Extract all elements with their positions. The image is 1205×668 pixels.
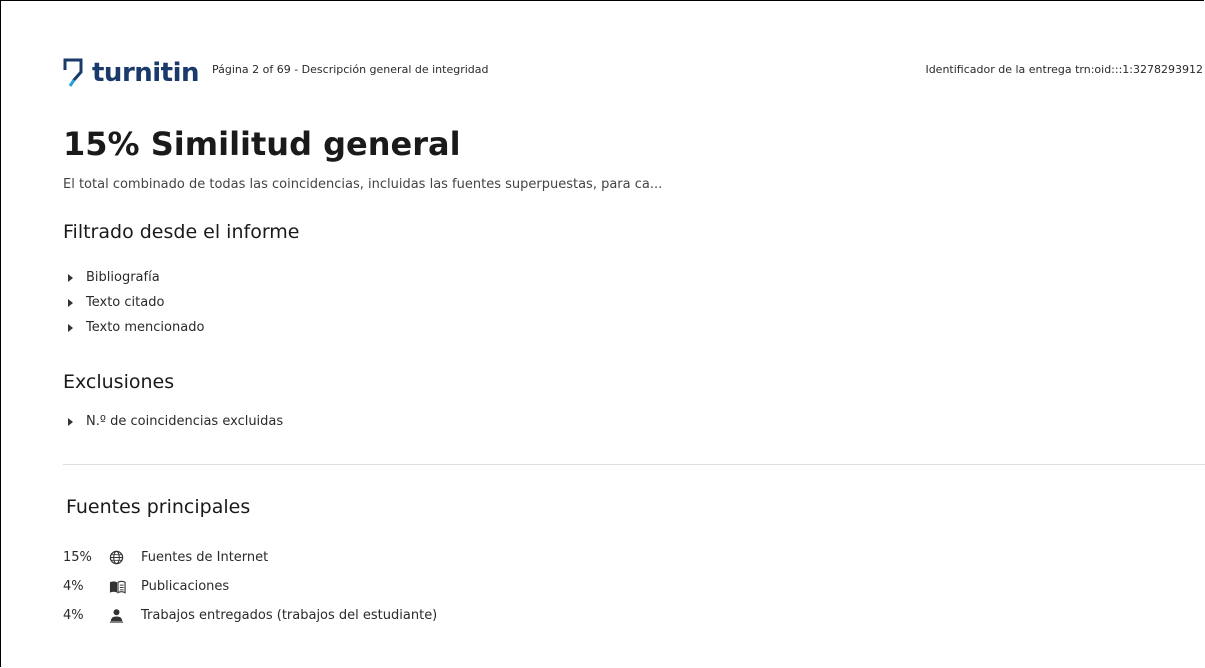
source-row-submitted: 4% Trabajos entregados (trabajos del est… <box>63 601 437 630</box>
exclusion-item[interactable]: N.º de coincidencias excluidas <box>68 409 283 434</box>
exclusion-item-label: N.º de coincidencias excluidas <box>86 414 284 429</box>
source-label: Fuentes de Internet <box>141 550 269 565</box>
person-icon <box>109 608 131 623</box>
filtered-item-texto-citado[interactable]: Texto citado <box>68 290 204 315</box>
filtered-item-label: Texto citado <box>86 295 165 310</box>
similarity-description: El total combinado de todas las coincide… <box>63 177 663 192</box>
expand-triangle-icon <box>68 323 73 332</box>
turnitin-logo-icon <box>63 58 83 87</box>
filtered-section-title: Filtrado desde el informe <box>63 221 300 243</box>
similarity-title: 15% Similitud general <box>63 125 461 163</box>
expand-triangle-icon <box>68 273 73 282</box>
book-icon <box>109 580 131 594</box>
expand-triangle-icon <box>68 298 73 307</box>
exclusions-list: N.º de coincidencias excluidas <box>68 409 283 434</box>
source-percent: 4% <box>63 579 84 594</box>
filtered-item-texto-mencionado[interactable]: Texto mencionado <box>68 315 204 340</box>
source-row-publications: 4% Publicaciones <box>63 572 437 601</box>
report-header: turnitin Página 2 of 69 - Descripción ge… <box>62 56 1205 90</box>
page-info: Página 2 of 69 - Descripción general de … <box>212 63 489 76</box>
source-percent: 4% <box>63 608 84 623</box>
sources-section-title: Fuentes principales <box>66 496 251 518</box>
filtered-item-label: Bibliografía <box>86 270 160 285</box>
source-row-internet: 15% Fuentes de Internet <box>63 543 437 572</box>
sources-list: 15% Fuentes de Internet 4% Publicaciones <box>63 543 437 630</box>
filtered-item-bibliografia[interactable]: Bibliografía <box>68 265 204 290</box>
filtered-list: Bibliografía Texto citado Texto menciona… <box>68 265 204 340</box>
source-label: Trabajos entregados (trabajos del estudi… <box>141 608 438 623</box>
filtered-item-label: Texto mencionado <box>86 320 205 335</box>
section-divider <box>63 464 1205 465</box>
logo-wordmark: turnitin <box>92 58 200 88</box>
turnitin-logo: turnitin <box>62 56 200 90</box>
exclusions-section-title: Exclusiones <box>63 371 175 393</box>
source-percent: 15% <box>63 550 92 565</box>
submission-id: Identificador de la entrega trn:oid:::1:… <box>925 63 1203 76</box>
source-label: Publicaciones <box>141 579 230 594</box>
expand-triangle-icon <box>68 417 73 426</box>
globe-icon <box>109 550 131 565</box>
